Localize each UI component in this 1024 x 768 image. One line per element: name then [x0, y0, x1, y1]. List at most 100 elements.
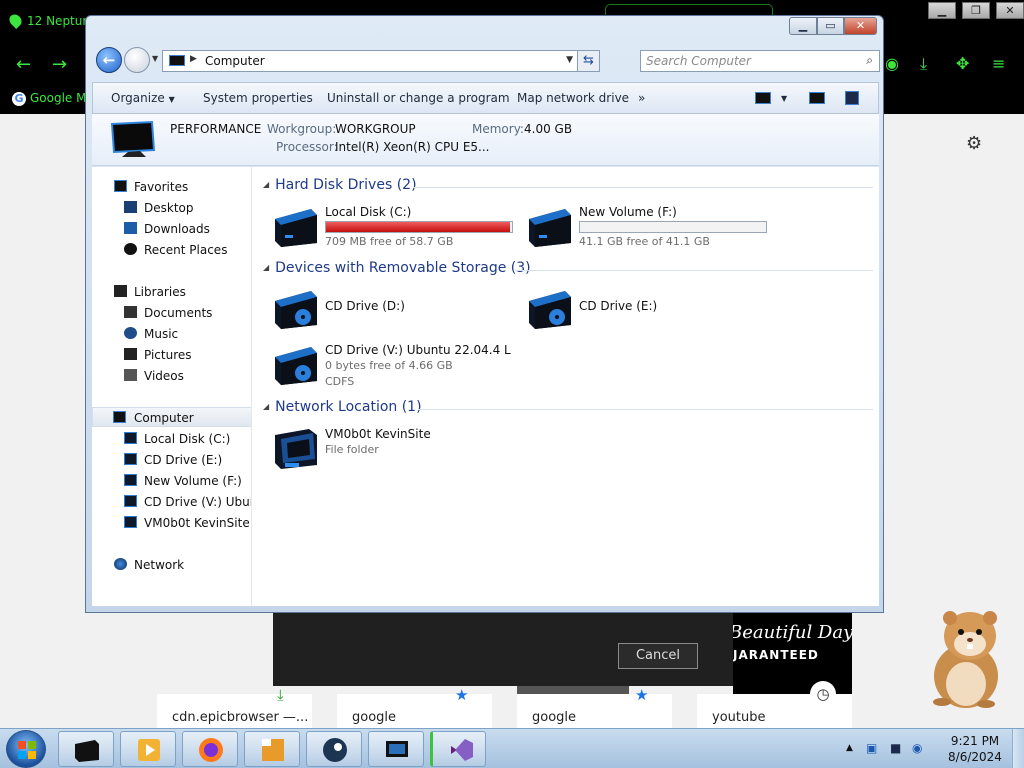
explorer-minimize-button[interactable]: ▁: [789, 17, 817, 35]
forward-button[interactable]: [124, 47, 150, 73]
nav-local-disk-c[interactable]: Local Disk (C:): [92, 429, 251, 449]
drive-icon: [124, 432, 137, 444]
menu-icon[interactable]: ≡: [992, 54, 1005, 73]
group-header-network[interactable]: ◢ Network Location (1): [263, 399, 422, 415]
media-player-icon: [138, 739, 160, 761]
drive-free-space: 709 MB free of 58.7 GB: [325, 235, 454, 248]
drive-cd-v[interactable]: CD Drive (V:) Ubuntu 22.04.4 L 0 bytes f…: [271, 341, 521, 389]
download-icon[interactable]: ⤓: [920, 54, 927, 74]
breadcrumb-computer[interactable]: Computer: [205, 54, 265, 68]
group-header-hard-disks[interactable]: ◢ Hard Disk Drives (2): [263, 177, 417, 193]
drive-local-disk-c[interactable]: Local Disk (C:) 709 MB free of 58.7 GB: [271, 203, 521, 251]
browser-close-button[interactable]: ✕: [996, 2, 1024, 19]
nav-network-location[interactable]: VM0b0t KevinSite: [92, 513, 251, 533]
nav-label: CD Drive (E:): [144, 453, 223, 467]
nav-downloads[interactable]: Downloads: [92, 219, 251, 239]
drive-cd-e[interactable]: CD Drive (E:): [525, 285, 775, 333]
nav-desktop[interactable]: Desktop: [92, 198, 251, 218]
nav-pictures[interactable]: Pictures: [92, 345, 251, 365]
location-pin-icon: [7, 12, 24, 29]
back-arrow-icon[interactable]: ←: [16, 54, 31, 75]
taskbar-app-media[interactable]: [120, 731, 176, 767]
nav-recent-places[interactable]: Recent Places: [92, 240, 251, 260]
address-history-dropdown-icon[interactable]: ▼: [566, 55, 573, 65]
preview-pane-icon[interactable]: [809, 92, 825, 104]
nav-new-volume-f[interactable]: New Volume (F:): [92, 471, 251, 491]
nav-documents[interactable]: Documents: [92, 303, 251, 323]
network-status-icon[interactable]: ■: [890, 741, 901, 755]
volume-icon[interactable]: ◉: [912, 741, 922, 755]
refresh-button[interactable]: ⇆: [577, 51, 599, 71]
monitor-icon: [386, 741, 408, 757]
extensions-icon[interactable]: ✥: [956, 54, 969, 73]
browser-minimize-button[interactable]: ▁: [928, 2, 956, 19]
nav-cd-drive-v[interactable]: CD Drive (V:) Ubuntu: [92, 492, 251, 512]
network-location-vm[interactable]: VM0b0t KevinSite File folder: [271, 425, 521, 473]
nav-computer[interactable]: Computer: [92, 407, 251, 427]
cancel-button[interactable]: Cancel: [618, 643, 698, 669]
taskbar-app-visual-studio[interactable]: [430, 731, 486, 767]
taskbar-clock[interactable]: 9:21 PM 8/6/2024: [946, 733, 1004, 765]
nav-libraries[interactable]: Libraries: [92, 282, 251, 302]
show-desktop-button[interactable]: [1012, 729, 1024, 768]
nav-cd-drive-e[interactable]: CD Drive (E:): [92, 450, 251, 470]
help-icon[interactable]: [845, 91, 859, 105]
desktop-icon: [124, 201, 137, 213]
search-input[interactable]: [646, 53, 846, 69]
taskbar-app-steam[interactable]: [306, 731, 362, 767]
clock-time: 9:21 PM: [950, 734, 1000, 748]
map-network-drive-button[interactable]: Map network drive: [517, 91, 629, 105]
explorer-maximize-button[interactable]: ▭: [817, 17, 844, 35]
tray-overflow-arrow-icon[interactable]: ▲: [846, 743, 853, 753]
collapse-triangle-icon[interactable]: ◢: [263, 263, 269, 272]
nav-music[interactable]: Music: [92, 324, 251, 344]
gear-icon[interactable]: ⚙: [966, 133, 982, 154]
address-bar[interactable]: ▶ Computer ▼ ⇆: [162, 50, 600, 72]
tray-app-icon[interactable]: ▣: [866, 741, 877, 755]
search-box[interactable]: ⌕: [640, 50, 880, 72]
speed-dial-tile[interactable]: ★ google: [517, 686, 672, 728]
hard-drive-icon: [529, 209, 571, 247]
start-button[interactable]: [6, 730, 46, 768]
promo-line-1: Beautiful Day: [733, 622, 852, 643]
view-dropdown-icon[interactable]: ▼: [781, 94, 787, 103]
drive-free-space: 41.1 GB free of 41.1 GB: [579, 235, 710, 248]
back-button[interactable]: ←: [96, 47, 122, 73]
system-properties-button[interactable]: System properties: [203, 91, 313, 105]
group-header-removable[interactable]: ◢ Devices with Removable Storage (3): [263, 260, 531, 276]
speed-dial-tile[interactable]: ★ google: [337, 686, 492, 728]
nav-network[interactable]: Network: [92, 555, 251, 575]
uninstall-program-button[interactable]: Uninstall or change a program: [327, 91, 510, 105]
download-dialog: Cancel: [273, 612, 733, 686]
drive-cd-d[interactable]: CD Drive (D:): [271, 285, 521, 333]
nav-videos[interactable]: Videos: [92, 366, 251, 386]
breadcrumb-arrow-icon[interactable]: ▶: [190, 54, 197, 64]
promo-line-2: JARANTEED: [733, 648, 819, 662]
forward-arrow-icon[interactable]: →: [52, 54, 67, 75]
drive-name: CD Drive (E:): [579, 299, 658, 313]
drive-usage-bar: [579, 221, 767, 233]
more-commands-button[interactable]: »: [638, 91, 645, 105]
bookmark-google-maps[interactable]: G Google M: [12, 91, 86, 106]
drive-name: CD Drive (D:): [325, 299, 405, 313]
nav-label: Network: [134, 558, 185, 572]
history-icon[interactable]: ◷: [810, 681, 836, 707]
nav-favorites[interactable]: Favorites: [92, 177, 251, 197]
view-options-icon[interactable]: [755, 92, 771, 104]
collapse-triangle-icon[interactable]: ◢: [263, 180, 269, 189]
organize-button[interactable]: Organize ▼: [111, 91, 175, 105]
collapse-triangle-icon[interactable]: ◢: [263, 402, 269, 411]
speed-dial-tile[interactable]: ⤓ cdn.epicbrowser —...: [157, 686, 312, 728]
shield-icon[interactable]: ◉: [885, 54, 899, 73]
taskbar-app-computer[interactable]: [58, 731, 114, 767]
explorer-close-button[interactable]: ✕: [844, 17, 877, 35]
nav-label: Music: [144, 327, 179, 341]
search-icon[interactable]: ⌕: [866, 53, 873, 68]
browser-tab[interactable]: 12 Neptur: [7, 12, 87, 29]
browser-maximize-button[interactable]: ❐: [962, 2, 990, 19]
drive-new-volume-f[interactable]: New Volume (F:) 41.1 GB free of 41.1 GB: [525, 203, 775, 251]
taskbar-app-screen[interactable]: [368, 731, 424, 767]
taskbar-app-firefox[interactable]: [182, 731, 238, 767]
recent-pages-dropdown-icon[interactable]: ▼: [152, 54, 158, 63]
taskbar-app-editor[interactable]: [244, 731, 300, 767]
